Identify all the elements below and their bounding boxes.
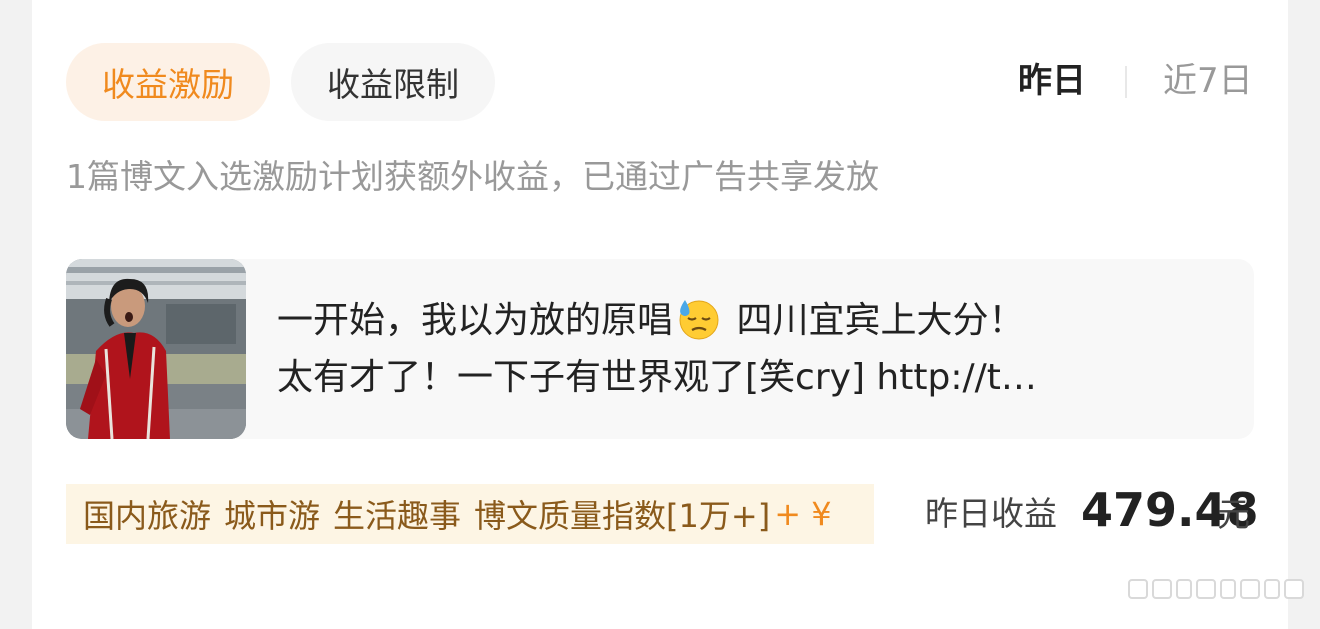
downcast-face-with-sweat-icon	[679, 300, 719, 340]
tag-domestic-travel: 国内旅游	[83, 497, 212, 535]
post-text-before-emoji: 一开始，我以为放的原唱	[277, 300, 674, 341]
post-excerpt-line-1: 一开始，我以为放的原唱 四川宜宾上大分！	[277, 292, 1227, 349]
tags-fade-overlay	[874, 484, 922, 544]
incentive-description: 1篇博文入选激励计划获额外收益，已通过广告共享发放	[66, 157, 879, 196]
earnings-unit: 元	[1217, 495, 1250, 534]
watermark-logo	[1128, 579, 1304, 599]
period-divider	[1125, 66, 1127, 98]
tag-life-anecdotes: 生活趣事	[333, 497, 462, 535]
post-excerpt-line-2: 太有才了！一下子有世界观了[笑cry] http://t…	[277, 357, 1037, 398]
tab-earnings-limit[interactable]: 收益限制	[291, 43, 495, 121]
tag-post-quality-index: 博文质量指数[1万+]	[474, 497, 771, 535]
period-yesterday-option[interactable]: 昨日	[1018, 58, 1086, 104]
post-card[interactable]: 一开始，我以为放的原唱 四川宜宾上大分！ 太有才了！一下子有世界观了[笑cry]…	[66, 259, 1254, 439]
period-last-7-days-option[interactable]: 近7日	[1163, 58, 1253, 104]
tag-city-tour: 城市游	[224, 497, 321, 535]
post-thumbnail	[66, 259, 246, 439]
post-tags-bar: 国内旅游 城市游 生活趣事 博文质量指数[1万+] + ¥	[66, 484, 874, 544]
tab-earnings-incentive-label: 收益激励	[102, 65, 234, 104]
post-text-after-emoji: 四川宜宾上大分！	[725, 300, 1025, 341]
performer-thumbnail-image	[66, 259, 246, 439]
earnings-card: 收益激励 收益限制 昨日 近7日 1篇博文入选激励计划获额外收益，已通过广告共享…	[32, 0, 1304, 629]
tab-earnings-limit-label: 收益限制	[327, 65, 459, 104]
post-excerpt: 一开始，我以为放的原唱 四川宜宾上大分！ 太有才了！一下子有世界观了[笑cry]…	[277, 292, 1227, 406]
tag-bonus-indicator: + ¥	[774, 495, 832, 533]
yesterday-earnings-label: 昨日收益	[925, 494, 1057, 533]
tab-earnings-incentive[interactable]: 收益激励	[66, 43, 270, 121]
